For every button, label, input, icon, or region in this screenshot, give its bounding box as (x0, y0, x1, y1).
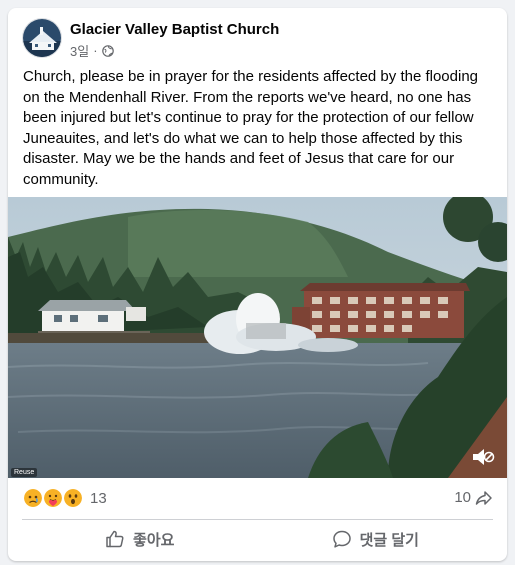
care-emoji-icon (42, 487, 64, 509)
reactions-summary[interactable]: 13 (22, 486, 107, 510)
church-logo-image (23, 19, 61, 57)
action-bar: 좋아요 댓글 달기 (22, 521, 493, 557)
video-watermark: Reuse (11, 468, 38, 477)
reaction-count: 13 (90, 489, 107, 507)
comment-button[interactable]: 댓글 달기 (258, 521, 494, 557)
post-card: Glacier Valley Baptist Church 3일 · Churc… (8, 8, 507, 561)
globe-icon[interactable] (101, 44, 114, 57)
page-avatar[interactable] (22, 18, 62, 58)
share-count-value: 10 (454, 489, 471, 506)
brick-building (292, 283, 470, 338)
post-header: Glacier Valley Baptist Church 3일 · (22, 18, 493, 62)
comment-label: 댓글 달기 (359, 531, 419, 549)
wow-emoji-icon (62, 487, 84, 509)
sad-emoji-icon (22, 487, 44, 509)
post-text: Church, please be in prayer for the resi… (23, 68, 479, 188)
like-label: 좋아요 (133, 531, 175, 549)
like-button[interactable]: 좋아요 (22, 521, 258, 557)
volume-muted-icon[interactable] (471, 446, 495, 468)
comment-icon (332, 530, 351, 548)
share-icon (475, 490, 492, 505)
share-count[interactable]: 10 (454, 489, 493, 506)
post-video[interactable]: Reuse (8, 197, 507, 478)
meta-separator: · (93, 43, 98, 58)
thumbs-up-icon (106, 530, 124, 548)
flood-scene-image (8, 197, 507, 478)
actions-divider (22, 519, 493, 520)
post-meta: 3일 · (70, 41, 114, 60)
page-name[interactable]: Glacier Valley Baptist Church (70, 21, 279, 38)
post-time[interactable]: 3일 (70, 41, 89, 60)
